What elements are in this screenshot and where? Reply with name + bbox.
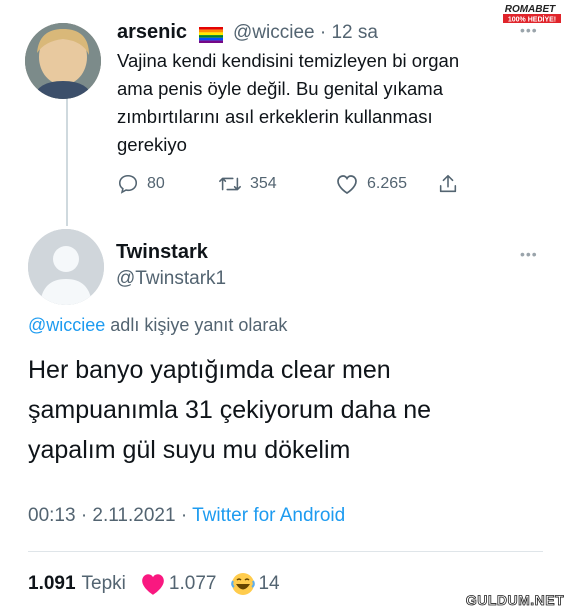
share-button[interactable] — [437, 170, 459, 198]
guldum-watermark: GULDUM.NET — [466, 592, 564, 609]
author-handle[interactable]: @Twinstark1 — [116, 268, 226, 290]
heart-count: 1.077 — [168, 573, 217, 594]
tweet-line: Her banyo yaptığımda clear men — [28, 356, 391, 384]
avatar[interactable] — [28, 229, 104, 305]
avatar-photo-icon — [25, 23, 101, 99]
reply-button[interactable]: 80 — [117, 170, 165, 198]
like-button[interactable]: 6.265 — [335, 170, 407, 198]
tweet-timestamp[interactable]: 00:13 · 2.11.2021 · — [28, 505, 192, 526]
retweet-count: 354 — [250, 175, 277, 192]
heart-outline-icon — [337, 175, 357, 194]
thread-line — [66, 96, 68, 226]
rainbow-flag-icon — [199, 27, 223, 43]
tweet-line: şampuanımla 31 çekiyorum daha ne — [28, 396, 432, 424]
more-options-icon[interactable]: ••• — [520, 246, 538, 262]
tweet-line: zımbırtılarını asıl erkeklerin kullanmas… — [117, 106, 433, 127]
share-icon — [439, 174, 457, 193]
laughing-emoji-icon — [231, 573, 256, 595]
tweet-line: ama penis öyle değil. Bu genital yıkama — [117, 78, 443, 99]
tweet-line: gerekiyo — [117, 134, 187, 155]
more-options-icon[interactable]: ••• — [520, 22, 538, 38]
reactions-bar[interactable]: 1.091 Tepki 1.077 14 — [28, 571, 280, 597]
reply-to-link[interactable]: @wicciee — [28, 315, 105, 335]
like-count: 6.265 — [367, 175, 408, 192]
tweet-line: Vajina kendi kendisini temizleyen bi org… — [117, 50, 460, 71]
watermark-line1: ROMABET — [505, 4, 556, 15]
reply-icon — [118, 174, 138, 194]
romabet-watermark: ROMABET 100% HEDİYE! — [503, 4, 561, 24]
retweet-button[interactable]: 354 — [218, 170, 277, 198]
heart-icon — [142, 574, 164, 595]
tweet-text: Her banyo yaptığımda clear men şampuanım… — [28, 350, 548, 470]
divider — [28, 551, 543, 552]
author-name[interactable]: Twinstark — [116, 241, 208, 264]
reply-to-suffix: adlı kişiye yanıt olarak — [105, 315, 288, 335]
default-avatar-icon — [28, 229, 104, 305]
tweet-line: yapalım gül suyu mu dökelim — [28, 436, 351, 464]
tweet-source-link[interactable]: Twitter for Android — [192, 505, 345, 526]
author-handle[interactable]: @wicciee — [233, 22, 315, 43]
reply-count: 80 — [147, 175, 165, 192]
reactions-label: Tepki — [81, 573, 126, 594]
watermark-text: GULDUM.NET — [466, 592, 564, 608]
laugh-count: 14 — [258, 573, 280, 594]
author-name[interactable]: arsenic — [117, 21, 187, 44]
replying-to: @wicciee adlı kişiye yanıt olarak — [28, 315, 287, 336]
retweet-icon — [219, 177, 241, 191]
tweet-time[interactable]: · 12 sa — [320, 22, 378, 43]
tweet-metadata: 00:13 · 2.11.2021 · Twitter for Android — [28, 505, 345, 527]
reactions-total: 1.091 — [28, 573, 76, 594]
avatar[interactable] — [25, 23, 101, 99]
tweet-text: Vajina kendi kendisini temizleyen bi org… — [117, 47, 537, 159]
author-handle-time: @wicciee · 12 sa — [233, 22, 378, 44]
